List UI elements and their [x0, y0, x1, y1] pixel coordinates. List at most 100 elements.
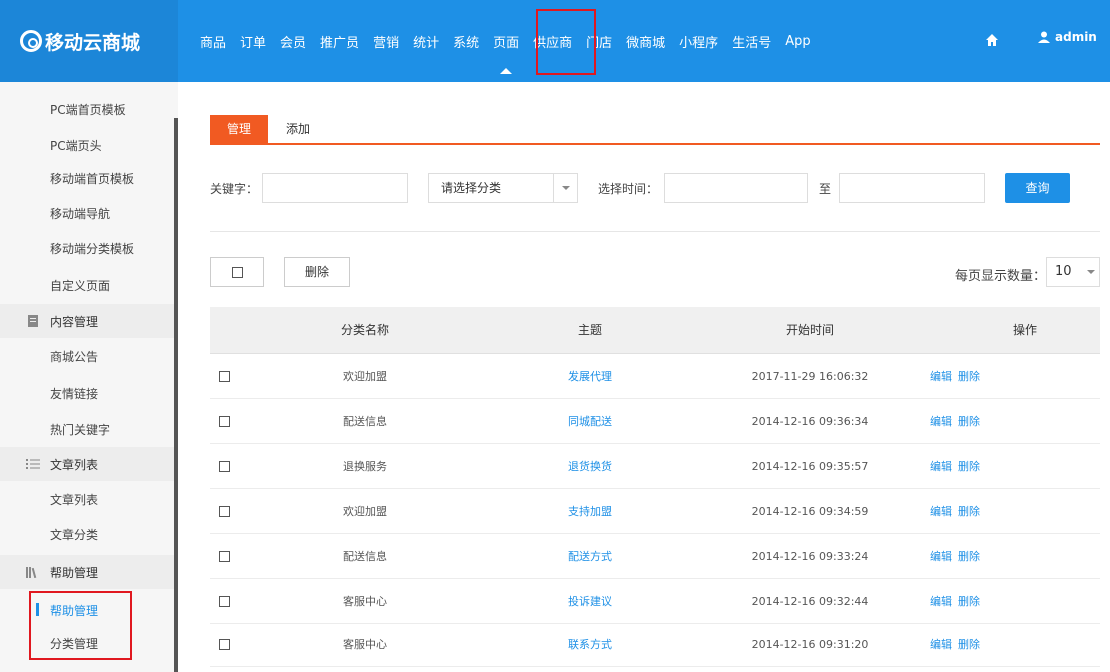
sidebar-item-pc-home-template[interactable]: PC端首页模板 — [50, 101, 126, 118]
table-header: 分类名称 主题 开始时间 操作 — [210, 307, 1100, 354]
nav-item-suppliers[interactable]: 供应商 — [533, 0, 572, 82]
cell-topic-link[interactable]: 支持加盟 — [550, 489, 630, 534]
nav-item-products[interactable]: 商品 — [200, 0, 226, 82]
select-all-button[interactable] — [210, 257, 264, 287]
user-menu[interactable]: admin — [1038, 30, 1097, 44]
sidebar-item-pc-header[interactable]: PC端页头 — [50, 137, 102, 154]
nav-item-life-account[interactable]: 生活号 — [732, 0, 771, 82]
sidebar-item-hot-keywords[interactable]: 热门关键字 — [50, 421, 110, 438]
cell-category: 配送信息 — [343, 550, 387, 563]
row-actions: 编辑 删除 — [930, 444, 986, 489]
cell-start-time: 2014-12-16 09:35:57 — [751, 460, 869, 473]
search-button[interactable]: 查询 — [1005, 173, 1070, 203]
row-checkbox[interactable] — [219, 551, 230, 562]
nav-item-pages[interactable]: 页面 — [493, 0, 519, 82]
table-row: 客服中心 投诉建议 2014-12-16 09:32:44 编辑 删除 — [210, 579, 1100, 624]
nav-item-promoters[interactable]: 推广员 — [320, 0, 359, 82]
edit-link[interactable]: 编辑 — [930, 638, 952, 651]
sidebar-scrollbar[interactable] — [174, 118, 178, 672]
sidebar-item-help-manage[interactable]: 帮助管理 — [50, 602, 98, 619]
delete-link[interactable]: 删除 — [958, 638, 980, 651]
keyword-input[interactable] — [262, 173, 408, 203]
nav-item-stores[interactable]: 门店 — [586, 0, 612, 82]
sidebar-group-content[interactable]: 内容管理 — [0, 304, 174, 338]
cell-topic-link[interactable]: 联系方式 — [550, 622, 630, 667]
cell-topic-link[interactable]: 退货换货 — [550, 444, 630, 489]
sidebar-group-help[interactable]: 帮助管理 — [0, 555, 174, 589]
delete-button[interactable]: 删除 — [284, 257, 350, 287]
delete-link[interactable]: 删除 — [958, 595, 980, 608]
cell-topic-link[interactable]: 配送方式 — [550, 534, 630, 579]
edit-link[interactable]: 编辑 — [930, 370, 952, 383]
nav-item-statistics[interactable]: 统计 — [413, 0, 439, 82]
sidebar-item-mobile-nav[interactable]: 移动端导航 — [50, 205, 110, 222]
row-actions: 编辑 删除 — [930, 579, 986, 624]
nav-item-orders[interactable]: 订单 — [240, 0, 266, 82]
time-label: 选择时间： — [598, 182, 659, 196]
end-time-input[interactable] — [839, 173, 985, 203]
cell-category: 欢迎加盟 — [343, 505, 387, 518]
delete-link[interactable]: 删除 — [958, 415, 980, 428]
delete-link[interactable]: 删除 — [958, 460, 980, 473]
nav-item-members[interactable]: 会员 — [280, 0, 306, 82]
select-all-checkbox[interactable] — [232, 267, 243, 278]
nav-item-mini-program[interactable]: 小程序 — [679, 0, 718, 82]
tab-add[interactable]: 添加 — [278, 115, 318, 145]
delete-link[interactable]: 删除 — [958, 505, 980, 518]
edit-link[interactable]: 编辑 — [930, 505, 952, 518]
books-icon — [26, 567, 37, 578]
app-logo[interactable]: 移动云商城 — [0, 0, 178, 82]
sidebar-item-announcements[interactable]: 商城公告 — [50, 348, 98, 365]
delete-link[interactable]: 删除 — [958, 370, 980, 383]
sidebar-item-article-category[interactable]: 文章分类 — [50, 526, 98, 543]
cell-category: 客服中心 — [343, 638, 387, 651]
tab-manage[interactable]: 管理 — [210, 115, 268, 145]
edit-link[interactable]: 编辑 — [930, 595, 952, 608]
sidebar-item-article-list[interactable]: 文章列表 — [50, 491, 98, 508]
cell-topic-link[interactable]: 投诉建议 — [550, 579, 630, 624]
row-actions: 编辑 删除 — [930, 354, 986, 399]
list-icon — [26, 459, 40, 469]
nav-item-marketing[interactable]: 营销 — [373, 0, 399, 82]
cell-topic-link[interactable]: 同城配送 — [550, 399, 630, 444]
chevron-down-icon — [553, 174, 577, 202]
cell-start-time: 2014-12-16 09:32:44 — [751, 595, 869, 608]
sidebar-item-custom-page[interactable]: 自定义页面 — [50, 277, 110, 294]
row-checkbox[interactable] — [219, 596, 230, 607]
sidebar-item-mobile-home-template[interactable]: 移动端首页模板 — [50, 170, 134, 187]
column-header-category: 分类名称 — [340, 323, 389, 337]
user-icon — [1038, 31, 1050, 43]
page-size-select[interactable]: 10 — [1046, 257, 1100, 287]
cell-category: 退换服务 — [343, 460, 387, 473]
category-select[interactable]: 请选择分类 — [428, 173, 578, 203]
row-checkbox[interactable] — [219, 416, 230, 427]
sidebar-item-mobile-category-template[interactable]: 移动端分类模板 — [50, 240, 134, 257]
nav-item-system[interactable]: 系统 — [453, 0, 479, 82]
sidebar-item-friend-links[interactable]: 友情链接 — [50, 385, 98, 402]
start-time-input[interactable] — [664, 173, 808, 203]
nav-item-app[interactable]: App — [785, 0, 810, 82]
document-icon — [28, 315, 38, 327]
home-icon[interactable] — [985, 33, 999, 47]
sidebar-group-articles[interactable]: 文章列表 — [0, 447, 174, 481]
row-checkbox[interactable] — [219, 461, 230, 472]
divider — [210, 231, 1100, 232]
table-row: 配送信息 同城配送 2014-12-16 09:36:34 编辑 删除 — [210, 399, 1100, 444]
nav-item-micro-mall[interactable]: 微商城 — [626, 0, 665, 82]
row-checkbox[interactable] — [219, 371, 230, 382]
row-checkbox[interactable] — [219, 639, 230, 650]
column-header-actions: 操作 — [1012, 323, 1037, 337]
cell-topic-link[interactable]: 发展代理 — [550, 354, 630, 399]
sidebar-item-help-category[interactable]: 分类管理 — [50, 635, 98, 652]
chevron-down-icon — [1079, 258, 1099, 286]
edit-link[interactable]: 编辑 — [930, 460, 952, 473]
table-row: 配送信息 配送方式 2014-12-16 09:33:24 编辑 删除 — [210, 534, 1100, 579]
sidebar-active-indicator — [36, 603, 39, 616]
cell-category: 客服中心 — [343, 595, 387, 608]
edit-link[interactable]: 编辑 — [930, 415, 952, 428]
table-row: 欢迎加盟 支持加盟 2014-12-16 09:34:59 编辑 删除 — [210, 489, 1100, 534]
top-bar: 移动云商城 商品 订单 会员 推广员 营销 统计 系统 页面 供应商 门店 微商… — [0, 0, 1110, 82]
edit-link[interactable]: 编辑 — [930, 550, 952, 563]
delete-link[interactable]: 删除 — [958, 550, 980, 563]
row-checkbox[interactable] — [219, 506, 230, 517]
